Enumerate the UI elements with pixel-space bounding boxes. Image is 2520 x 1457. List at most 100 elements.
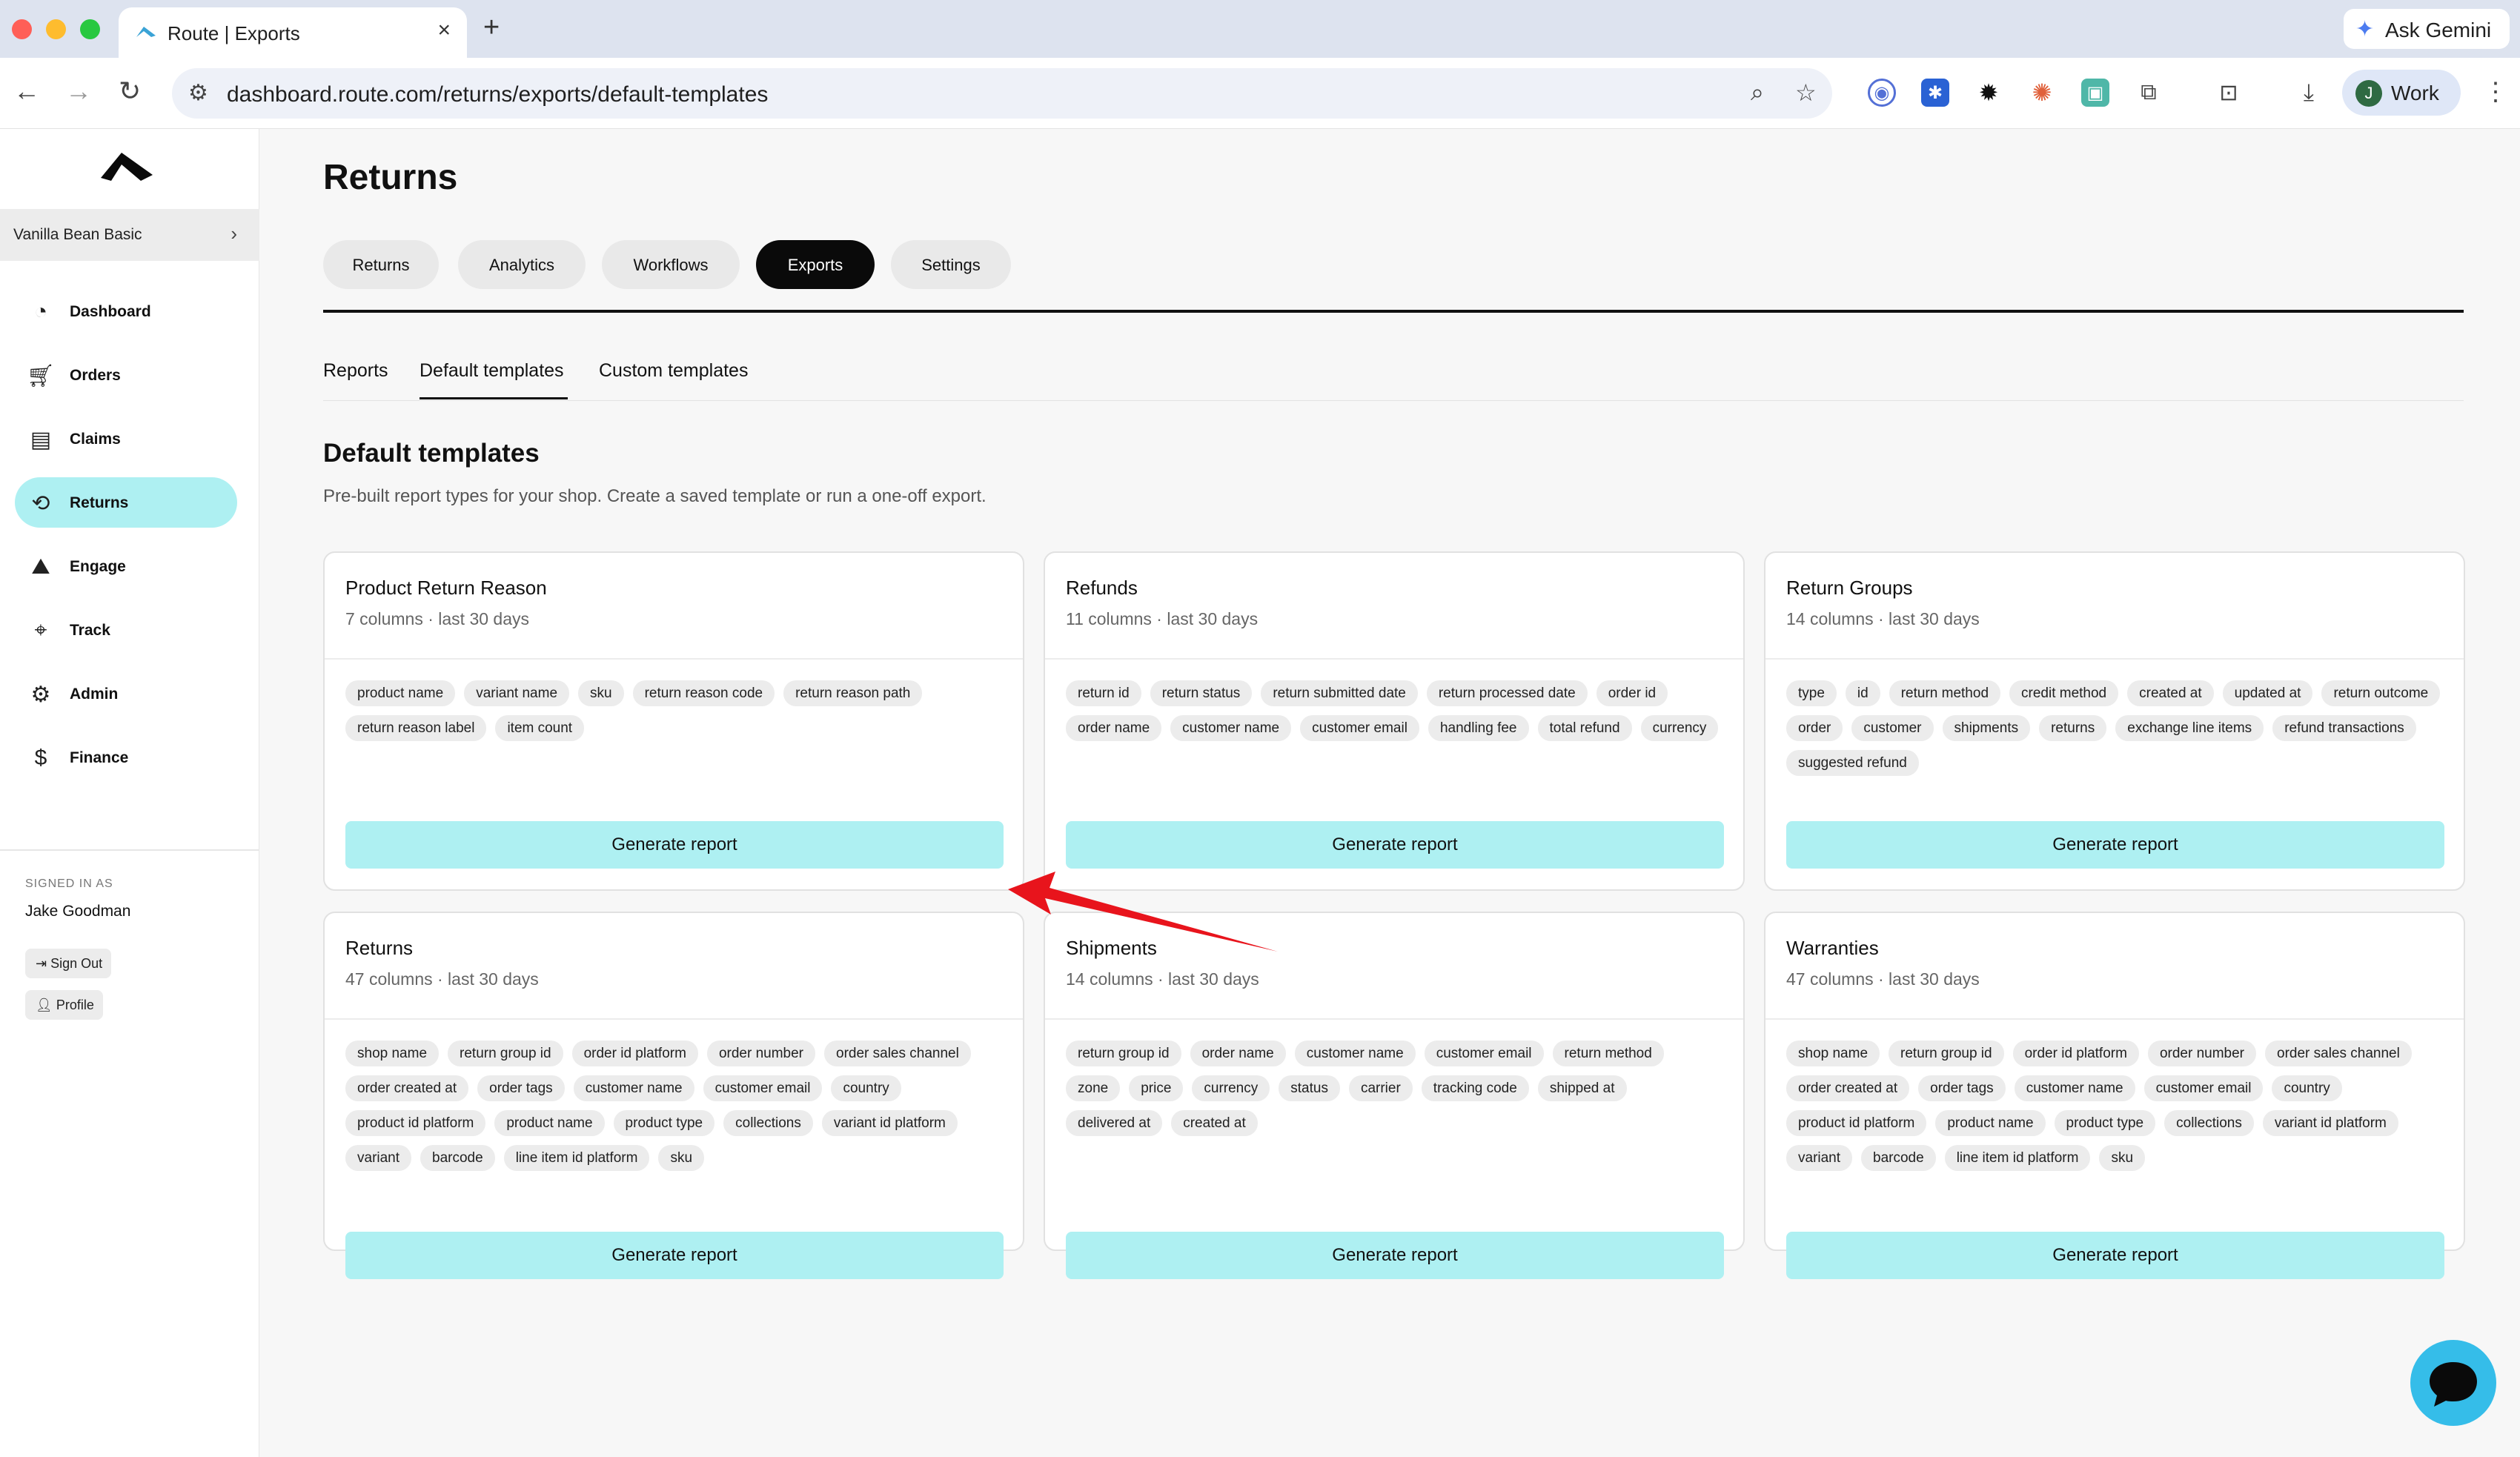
browser-tab[interactable]: Route | Exports × [119, 7, 467, 58]
generate-report-button[interactable]: Generate report [1066, 821, 1724, 869]
sidebar-item-dashboard[interactable]: ◔ Dashboard [15, 286, 237, 336]
card-title: Returns [345, 937, 414, 959]
column-chip: shop name [1786, 1041, 1880, 1066]
window-zoom-button[interactable] [80, 19, 100, 39]
subtab-default-templates[interactable]: Default templates [420, 360, 564, 382]
download-icon[interactable]: ⤓ [2295, 79, 2323, 107]
tab-returns[interactable]: Returns [323, 240, 439, 289]
forward-arrow-icon[interactable]: → [65, 76, 92, 107]
column-chip: order id platform [2012, 1041, 2139, 1066]
column-chip: customer name [1170, 715, 1292, 741]
extension-1password-icon[interactable]: ◉ [1868, 79, 1896, 107]
column-chip: country [2272, 1075, 2342, 1101]
address-bar[interactable]: ⚙ dashboard.route.com/returns/exports/de… [172, 68, 1832, 119]
sidebar-item-label: Engage [70, 558, 126, 575]
reload-icon[interactable]: ↻ [119, 76, 141, 107]
sidebar-item-claims[interactable]: ▤ Claims [15, 414, 237, 464]
generate-report-button[interactable]: Generate report [345, 821, 1004, 869]
sign-out-button[interactable]: ⇥ Sign Out [25, 949, 112, 978]
template-card-warranties: Warranties 47 columns · last 30 days sho… [1764, 912, 2465, 1279]
tab-analytics[interactable]: Analytics [458, 240, 586, 289]
column-chip: order number [706, 1041, 815, 1066]
ask-gemini-button[interactable]: ✦ Ask Gemini [2344, 9, 2510, 49]
generate-report-button[interactable]: Generate report [1786, 821, 2444, 869]
url-text[interactable]: dashboard.route.com/returns/exports/defa… [227, 82, 768, 107]
subtab-reports[interactable]: Reports [323, 360, 388, 382]
extensions-puzzle-icon[interactable]: ⧉ [2135, 79, 2163, 107]
column-chips: shop name return group id order id platfor… [345, 1041, 1005, 1202]
sidebar-item-engage[interactable]: ⛰ Engage [15, 541, 237, 591]
store-switcher[interactable]: Vanilla Bean Basic › [0, 209, 259, 261]
section-title: Default templates [323, 439, 540, 468]
site-settings-icon[interactable]: ⚙ [188, 80, 208, 106]
column-chip: tracking code [1421, 1075, 1529, 1101]
column-chip: product type [613, 1110, 715, 1136]
tab-settings[interactable]: Settings [891, 240, 1011, 289]
back-arrow-icon[interactable]: ← [13, 76, 40, 107]
column-chip: order name [1190, 1041, 1286, 1066]
column-chip: customer email [1424, 1041, 1544, 1066]
extension-claude-icon[interactable]: ✺ [2028, 79, 2056, 107]
card-title: Product Return Reason [345, 577, 547, 599]
profile-button[interactable]: 👤︎ Profile [25, 990, 103, 1020]
extension-snowflake-icon[interactable]: ✱ [1921, 79, 1949, 107]
column-chips: product name variant name sku return reason… [345, 680, 1005, 789]
column-chip: item count [495, 715, 585, 741]
column-chip: country [831, 1075, 901, 1101]
browser-menu-icon[interactable]: ⋮ [2483, 77, 2508, 107]
column-chip: shipped at [1537, 1075, 1627, 1101]
sidebar-item-finance[interactable]: $ Finance [15, 732, 237, 783]
zoom-icon[interactable]: ⌕ [1751, 79, 1764, 107]
sidebar-divider [0, 849, 259, 851]
chat-launcher-button[interactable] [2410, 1340, 2496, 1426]
column-chip: customer name [2014, 1075, 2135, 1101]
bookmark-star-icon[interactable]: ☆ [1795, 79, 1817, 107]
column-chip: created at [1171, 1110, 1258, 1136]
new-tab-button[interactable]: + [483, 12, 500, 44]
card-divider [325, 658, 1023, 660]
extension-image-icon[interactable]: ▣ [2081, 79, 2109, 107]
card-meta: 47 columns · last 30 days [345, 969, 539, 989]
profile-label: Profile [56, 998, 94, 1012]
card-meta: 47 columns · last 30 days [1786, 969, 1980, 989]
column-chip: shipments [1942, 715, 2031, 741]
sidebar-item-track[interactable]: ⌖ Track [15, 605, 237, 655]
column-chip: exchange line items [2115, 715, 2264, 741]
money-bag-icon: $ [34, 746, 47, 770]
tabs-divider [323, 310, 2464, 313]
generate-report-button[interactable]: Generate report [1786, 1232, 2444, 1279]
generate-report-button[interactable]: Generate report [1066, 1232, 1724, 1279]
tab-search-icon[interactable]: ⊡ [2215, 79, 2243, 107]
window-minimize-button[interactable] [46, 19, 66, 39]
sidebar-item-orders[interactable]: 🛒︎ Orders [15, 350, 237, 400]
column-chip: type [1786, 680, 1837, 706]
route-logo-icon[interactable] [99, 150, 154, 184]
tab-workflows[interactable]: Workflows [602, 240, 740, 289]
browser-tab-bar: Route | Exports × + ✦ Ask Gemini [0, 0, 2520, 58]
card-title: Shipments [1066, 937, 1157, 959]
column-chip: customer [1851, 715, 1934, 741]
extension-gear-icon[interactable]: ✹ [1974, 79, 2003, 107]
column-chip: currency [1192, 1075, 1270, 1101]
column-chip: barcode [1861, 1145, 1936, 1171]
card-meta: 14 columns · last 30 days [1066, 969, 1259, 989]
profile-work-button[interactable]: J Work [2342, 70, 2461, 116]
card-divider [1765, 1018, 2464, 1020]
column-chip: order number [2147, 1041, 2256, 1066]
tab-close-icon[interactable]: × [437, 18, 451, 43]
column-chip: order sales channel [824, 1041, 971, 1066]
sidebar-item-returns[interactable]: ⟲ Returns [15, 477, 237, 528]
tab-exports[interactable]: Exports [756, 240, 875, 289]
card-title: Refunds [1066, 577, 1138, 599]
column-chip: barcode [420, 1145, 495, 1171]
sidebar-item-admin[interactable]: ⚙ Admin [15, 668, 237, 719]
route-favicon-icon [136, 27, 156, 37]
template-card-product-return-reason: Product Return Reason 7 columns · last 3… [323, 551, 1024, 891]
generate-report-button[interactable]: Generate report [345, 1232, 1004, 1279]
subtab-custom-templates[interactable]: Custom templates [599, 360, 748, 382]
sign-out-icon: ⇥ [36, 956, 47, 971]
column-chip: return id [1066, 680, 1141, 706]
window-close-button[interactable] [12, 19, 32, 39]
column-chip: product name [494, 1110, 605, 1136]
column-chip: return reason label [345, 715, 487, 741]
